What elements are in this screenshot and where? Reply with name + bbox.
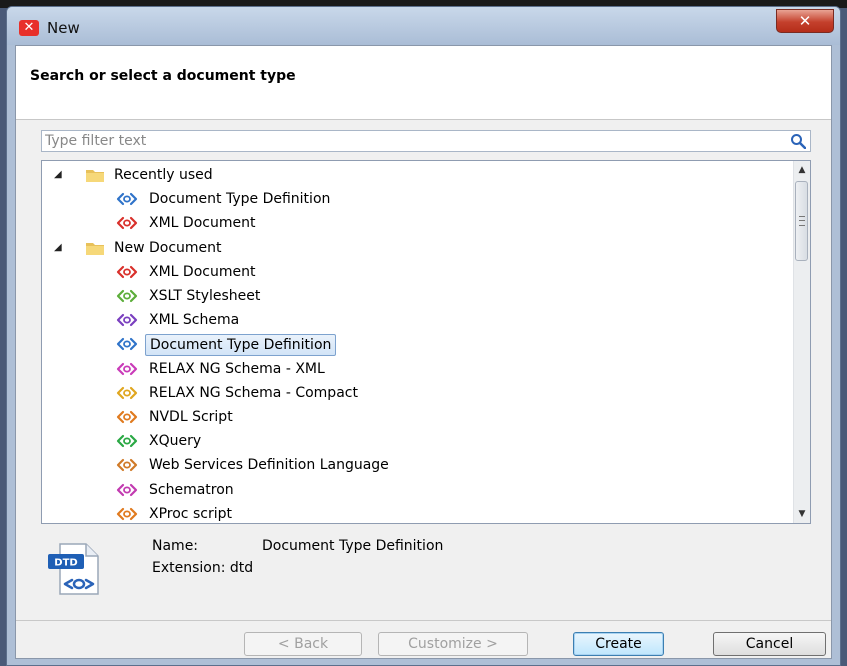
schematron-file-icon: [116, 483, 138, 496]
scroll-grip-icon: [799, 216, 805, 226]
wsdl-file-icon: [116, 459, 138, 472]
expand-triangle-icon[interactable]: ◢: [54, 164, 62, 186]
tree-item-label: XML Document: [149, 215, 256, 232]
tree-item[interactable]: XML Document: [42, 261, 792, 283]
tree-group-label: Recently used: [114, 167, 213, 183]
cancel-button[interactable]: Cancel: [713, 632, 826, 656]
tree-item-label: XML Schema: [149, 312, 240, 329]
tree-group[interactable]: ◢ New Document: [42, 237, 792, 259]
back-button[interactable]: < Back: [244, 632, 362, 656]
document-type-tree[interactable]: ◢ Recently used Document Type Definition XM…: [41, 160, 811, 524]
scroll-up-arrow-icon[interactable]: ▲: [794, 161, 810, 179]
title-bar: ✕ New ✕: [7, 7, 840, 45]
tree-item[interactable]: Document Type Definition: [42, 333, 792, 357]
name-label: Name:: [152, 538, 199, 554]
tree-item[interactable]: RELAX NG Schema - Compact: [42, 382, 792, 404]
xslt-file-icon: [116, 289, 138, 303]
filter-input[interactable]: [45, 132, 775, 150]
tree-item-label: NVDL Script: [149, 409, 233, 425]
tree-group-label: New Document: [114, 239, 222, 256]
xml-schema-file-icon: [116, 314, 138, 327]
expand-triangle-icon[interactable]: ◢: [54, 237, 62, 259]
tree-item-label: Web Services Definition Language: [149, 457, 389, 474]
window-title: New: [47, 19, 80, 37]
new-dialog-window: ✕ New ✕ Search or select a document type…: [6, 6, 841, 666]
dtd-file-icon: [116, 338, 138, 351]
tree-item[interactable]: XML Document: [42, 212, 792, 234]
tree-item[interactable]: Web Services Definition Language: [42, 454, 792, 476]
dtd-badge-text: DTD: [54, 558, 77, 569]
xml-file-icon: [116, 265, 138, 278]
tree-item-label: XML Document: [149, 263, 256, 280]
folder-icon: [86, 170, 104, 182]
dtd-document-icon: DTD: [48, 543, 99, 595]
tree-scrollbar[interactable]: ▲ ▼: [793, 161, 810, 523]
tree-item-label: XSLT Stylesheet: [149, 288, 261, 304]
tree-item-label: Document Type Definition: [149, 191, 331, 208]
tree-item-label: XQuery: [149, 433, 202, 450]
tree-group[interactable]: ◢ Recently used: [42, 164, 792, 186]
tree-item-label-selected: Document Type Definition: [145, 334, 337, 357]
relax-ng-xml-file-icon: [116, 362, 138, 375]
tree-item-label: XProc script: [149, 505, 232, 522]
create-button[interactable]: Create: [573, 632, 664, 656]
nvdl-file-icon: [116, 410, 138, 424]
dialog-content: Search or select a document type ◢ Recent…: [15, 45, 832, 659]
tree-item[interactable]: XProc script: [42, 503, 792, 523]
xproc-file-icon: [116, 507, 138, 520]
tree-item-label: RELAX NG Schema - XML: [149, 360, 325, 377]
tree-item[interactable]: NVDL Script: [42, 406, 792, 428]
app-logo-icon: ✕: [19, 20, 39, 36]
tree-item[interactable]: XSLT Stylesheet: [42, 285, 792, 307]
xquery-file-icon: [116, 435, 138, 448]
search-icon[interactable]: [790, 133, 806, 149]
customize-button[interactable]: Customize >: [378, 632, 528, 656]
filter-box: [41, 130, 811, 152]
selection-info: DTD Name: Document Type Definition Exten…: [46, 534, 746, 604]
tree-item[interactable]: XML Schema: [42, 309, 792, 331]
name-value: Document Type Definition: [262, 538, 444, 554]
relax-ng-compact-file-icon: [116, 386, 138, 399]
extension-value: Extension: dtd: [152, 560, 254, 576]
dialog-header: Search or select a document type: [16, 46, 831, 120]
button-divider: [16, 620, 831, 621]
close-button[interactable]: ✕: [776, 9, 834, 33]
dtd-file-icon: [116, 193, 138, 206]
scroll-down-arrow-icon[interactable]: ▼: [794, 505, 810, 523]
page-title: Search or select a document type: [30, 68, 296, 84]
tree-item-label: RELAX NG Schema - Compact: [149, 384, 358, 401]
scroll-thumb[interactable]: [795, 181, 808, 261]
tree-item[interactable]: RELAX NG Schema - XML: [42, 358, 792, 380]
xml-file-icon: [116, 217, 138, 230]
tree-item[interactable]: Schematron: [42, 479, 792, 501]
tree-item-label: Schematron: [149, 481, 234, 498]
folder-icon: [86, 242, 104, 255]
tree-item[interactable]: Document Type Definition: [42, 188, 792, 210]
tree-item[interactable]: XQuery: [42, 430, 792, 452]
